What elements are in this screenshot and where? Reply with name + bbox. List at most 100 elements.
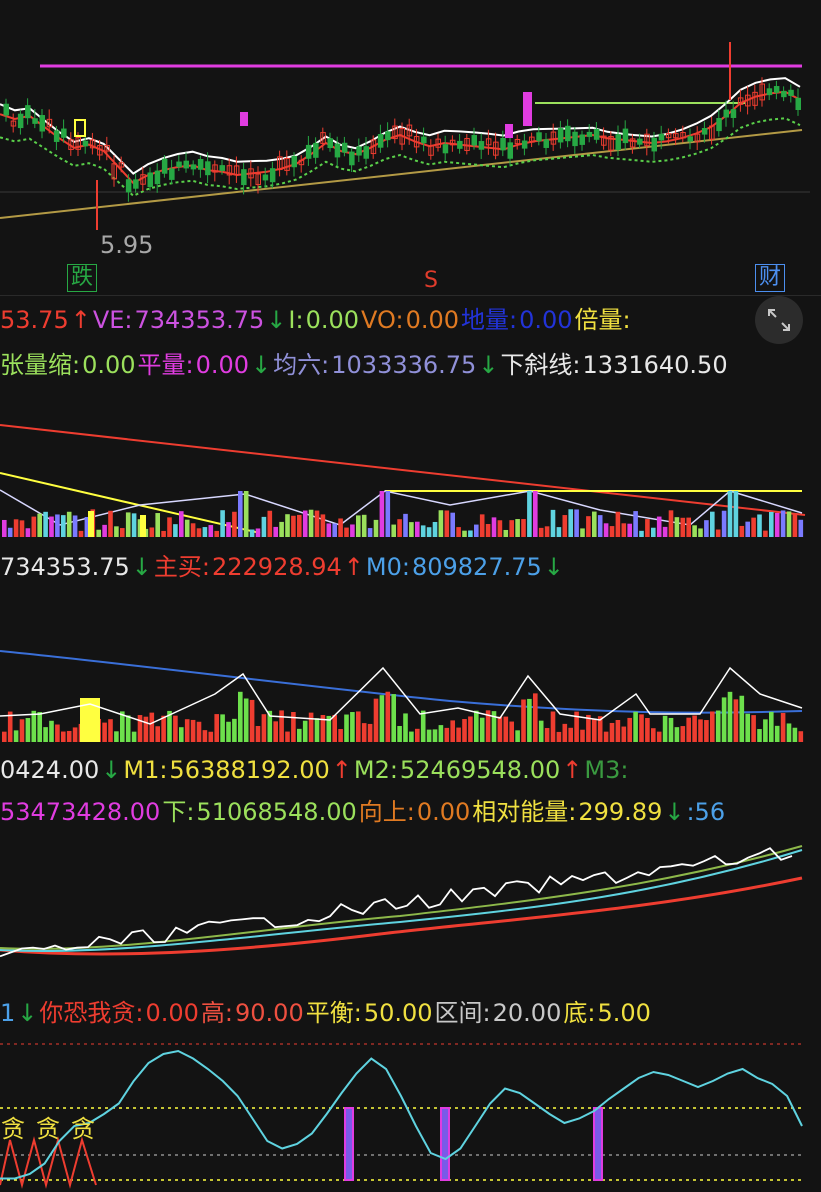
volume-bar bbox=[415, 521, 420, 537]
expand-button[interactable] bbox=[755, 296, 803, 344]
indicator-text: 区间: bbox=[434, 999, 491, 1027]
volume-bar bbox=[515, 519, 520, 537]
volume-bar bbox=[668, 510, 674, 537]
volume-bar bbox=[344, 714, 349, 742]
volume-chart-1-svg bbox=[0, 424, 806, 537]
volume-bar bbox=[769, 711, 774, 742]
volume-bar bbox=[792, 727, 798, 742]
volume-bar bbox=[220, 510, 225, 537]
candle bbox=[17, 113, 24, 129]
volume-bar bbox=[61, 731, 66, 742]
candle bbox=[356, 146, 362, 156]
volume-bar bbox=[420, 710, 426, 742]
volume-bar bbox=[479, 717, 485, 742]
volume-bar bbox=[651, 527, 656, 537]
volume-panel-1[interactable] bbox=[0, 395, 821, 543]
volume-bar bbox=[627, 523, 632, 537]
volume-bar bbox=[43, 511, 48, 537]
volume-bar bbox=[609, 526, 615, 537]
yellow-candle bbox=[74, 119, 86, 137]
volume-bar bbox=[715, 710, 721, 742]
candle bbox=[521, 140, 528, 149]
volume-bar bbox=[291, 711, 296, 742]
candle bbox=[781, 90, 787, 98]
candle bbox=[637, 138, 643, 145]
volume-bar bbox=[332, 523, 337, 537]
indicator-text: 20.00 bbox=[492, 999, 562, 1027]
indicator-text: 809827.75 bbox=[411, 553, 542, 581]
volume-bar bbox=[114, 731, 119, 742]
volume-bar bbox=[432, 521, 438, 537]
volume-bar bbox=[13, 730, 19, 742]
volume-bar bbox=[597, 515, 603, 537]
ma-mid-line bbox=[0, 77, 801, 175]
volume-bar bbox=[621, 726, 627, 742]
volume-bar bbox=[149, 712, 155, 742]
volume-bar bbox=[704, 520, 709, 537]
volume-bar bbox=[19, 719, 25, 742]
volume-bar bbox=[656, 731, 662, 742]
m0-line bbox=[0, 650, 803, 714]
indicator-text: 主买: bbox=[153, 553, 210, 581]
indicator-text: 0.00 bbox=[305, 306, 360, 334]
volume-bar bbox=[474, 710, 479, 742]
volume-bar bbox=[698, 528, 703, 537]
indicator-text: 下: bbox=[162, 798, 195, 826]
volume-bar bbox=[586, 516, 591, 537]
volume-bar bbox=[279, 521, 284, 537]
volume-bar bbox=[769, 511, 774, 537]
indicator-text: 90.00 bbox=[235, 999, 304, 1027]
volume-bar bbox=[302, 720, 308, 742]
volume-bar bbox=[656, 516, 662, 537]
volume-bar bbox=[49, 516, 54, 537]
volume-panel-2[interactable] bbox=[0, 596, 821, 744]
volume-bar bbox=[361, 723, 367, 742]
volume-bar bbox=[721, 510, 727, 537]
indicator-text: 底: bbox=[563, 999, 596, 1027]
volume-bar bbox=[562, 515, 568, 537]
tag-s[interactable]: S bbox=[421, 268, 441, 294]
volume-bar bbox=[140, 515, 146, 537]
candle bbox=[241, 169, 247, 186]
energy-panel[interactable] bbox=[0, 838, 821, 988]
volume-bar bbox=[592, 511, 597, 537]
volume-bar bbox=[202, 527, 208, 537]
volume-bar bbox=[468, 716, 473, 742]
volume-bar bbox=[544, 728, 550, 742]
volume-bar bbox=[391, 694, 396, 742]
price-chart-panel[interactable]: 5.95 跌 S 财 bbox=[0, 0, 821, 295]
indicator-text: ↓ bbox=[131, 553, 152, 581]
tag-die[interactable]: 跌 bbox=[67, 264, 98, 292]
low-price-label: 5.95 bbox=[100, 231, 154, 259]
indicator-text: 0.00 bbox=[82, 351, 136, 379]
tag-cai[interactable]: 财 bbox=[755, 264, 786, 292]
volume-bar bbox=[798, 731, 804, 742]
volume-bar bbox=[715, 529, 721, 537]
volume-bar bbox=[196, 528, 202, 537]
oscillator-line bbox=[0, 1049, 803, 1180]
candle bbox=[349, 151, 355, 166]
volume-bar bbox=[155, 513, 160, 537]
volume-bar bbox=[279, 710, 284, 742]
volume-bar bbox=[131, 731, 137, 742]
greed-label: 贪 bbox=[36, 1115, 60, 1143]
volume-bar bbox=[645, 717, 650, 742]
volume-bar bbox=[621, 523, 627, 537]
candle bbox=[176, 161, 182, 168]
fear-greed-panel[interactable]: 贪 贪 贪 bbox=[0, 1040, 821, 1192]
volume-bar bbox=[255, 725, 261, 742]
candle bbox=[593, 128, 600, 140]
candle bbox=[766, 88, 773, 96]
volume-bar bbox=[556, 731, 562, 742]
volume-bar bbox=[397, 519, 402, 537]
volume-bar bbox=[13, 519, 19, 537]
volume-bar bbox=[409, 731, 414, 742]
indicator-text: 5.00 bbox=[597, 999, 651, 1027]
candle bbox=[716, 118, 722, 132]
greed-label: 贪 bbox=[1, 1115, 25, 1143]
candle bbox=[565, 125, 571, 142]
volume-bar bbox=[727, 691, 733, 742]
volume-bar bbox=[763, 530, 768, 537]
volume-bar bbox=[308, 712, 314, 742]
volume-bar bbox=[385, 691, 391, 742]
